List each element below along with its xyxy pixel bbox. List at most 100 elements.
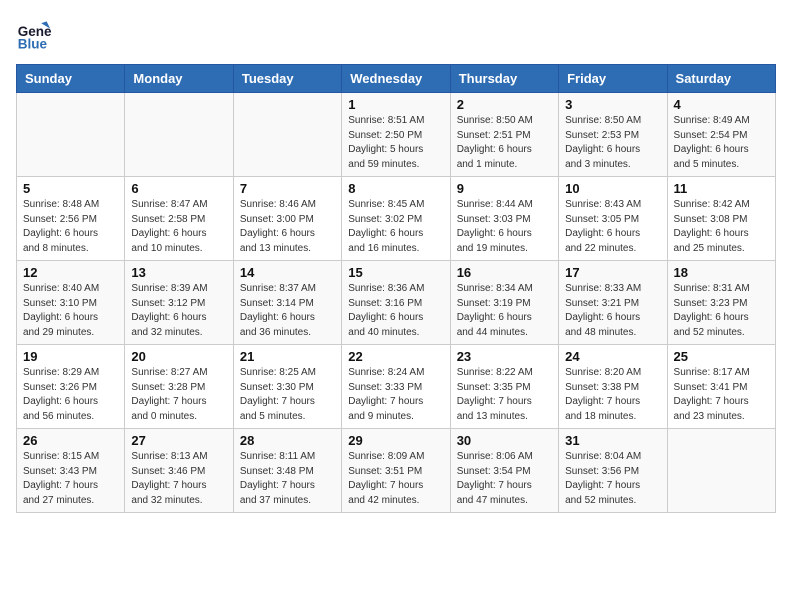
day-number: 31	[565, 433, 660, 448]
calendar-header: SundayMondayTuesdayWednesdayThursdayFrid…	[17, 65, 776, 93]
day-info: Sunrise: 8:47 AMSunset: 2:58 PMDaylight:…	[131, 198, 226, 256]
day-info: Sunrise: 8:48 AMSunset: 2:56 PMDaylight:…	[23, 198, 118, 256]
day-info: Sunrise: 8:43 AMSunset: 3:05 PMDaylight:…	[565, 198, 660, 256]
day-info: Sunrise: 8:17 AMSunset: 3:41 PMDaylight:…	[674, 366, 769, 424]
day-cell: 16 Sunrise: 8:34 AMSunset: 3:19 PMDayligh…	[450, 261, 558, 345]
day-info: Sunrise: 8:44 AMSunset: 3:03 PMDaylight:…	[457, 198, 552, 256]
day-cell: 2 Sunrise: 8:50 AMSunset: 2:51 PMDaylight…	[450, 93, 558, 177]
page-header: General Blue	[16, 16, 776, 52]
day-cell: 12 Sunrise: 8:40 AMSunset: 3:10 PMDayligh…	[17, 261, 125, 345]
day-cell: 4 Sunrise: 8:49 AMSunset: 2:54 PMDaylight…	[667, 93, 775, 177]
day-number: 16	[457, 265, 552, 280]
day-number: 1	[348, 97, 443, 112]
day-info: Sunrise: 8:33 AMSunset: 3:21 PMDaylight:…	[565, 282, 660, 340]
col-header-monday: Monday	[125, 65, 233, 93]
day-number: 22	[348, 349, 443, 364]
day-cell: 30 Sunrise: 8:06 AMSunset: 3:54 PMDayligh…	[450, 429, 558, 513]
day-number: 27	[131, 433, 226, 448]
col-header-sunday: Sunday	[17, 65, 125, 93]
week-row-3: 12 Sunrise: 8:40 AMSunset: 3:10 PMDayligh…	[17, 261, 776, 345]
day-info: Sunrise: 8:50 AMSunset: 2:51 PMDaylight:…	[457, 114, 552, 172]
day-info: Sunrise: 8:42 AMSunset: 3:08 PMDaylight:…	[674, 198, 769, 256]
day-number: 3	[565, 97, 660, 112]
day-number: 24	[565, 349, 660, 364]
day-cell: 29 Sunrise: 8:09 AMSunset: 3:51 PMDayligh…	[342, 429, 450, 513]
day-info: Sunrise: 8:46 AMSunset: 3:00 PMDaylight:…	[240, 198, 335, 256]
week-row-1: 1 Sunrise: 8:51 AMSunset: 2:50 PMDaylight…	[17, 93, 776, 177]
week-row-4: 19 Sunrise: 8:29 AMSunset: 3:26 PMDayligh…	[17, 345, 776, 429]
day-cell: 8 Sunrise: 8:45 AMSunset: 3:02 PMDaylight…	[342, 177, 450, 261]
day-number: 7	[240, 181, 335, 196]
day-cell	[125, 93, 233, 177]
day-cell: 3 Sunrise: 8:50 AMSunset: 2:53 PMDaylight…	[559, 93, 667, 177]
day-info: Sunrise: 8:49 AMSunset: 2:54 PMDaylight:…	[674, 114, 769, 172]
day-info: Sunrise: 8:06 AMSunset: 3:54 PMDaylight:…	[457, 450, 552, 508]
day-number: 29	[348, 433, 443, 448]
day-number: 23	[457, 349, 552, 364]
day-cell: 10 Sunrise: 8:43 AMSunset: 3:05 PMDayligh…	[559, 177, 667, 261]
day-number: 20	[131, 349, 226, 364]
day-cell: 5Sunrise: 8:48 AMSunset: 2:56 PMDaylight…	[17, 177, 125, 261]
day-number: 25	[674, 349, 769, 364]
day-info: Sunrise: 8:29 AMSunset: 3:26 PMDaylight:…	[23, 366, 118, 424]
day-info: Sunrise: 8:31 AMSunset: 3:23 PMDaylight:…	[674, 282, 769, 340]
day-cell	[233, 93, 341, 177]
day-cell	[17, 93, 125, 177]
day-info: Sunrise: 8:40 AMSunset: 3:10 PMDaylight:…	[23, 282, 118, 340]
day-cell: 11 Sunrise: 8:42 AMSunset: 3:08 PMDayligh…	[667, 177, 775, 261]
col-header-tuesday: Tuesday	[233, 65, 341, 93]
day-info: Sunrise: 8:51 AMSunset: 2:50 PMDaylight:…	[348, 114, 443, 172]
day-cell: 28Sunrise: 8:11 AMSunset: 3:48 PMDayligh…	[233, 429, 341, 513]
day-number: 14	[240, 265, 335, 280]
day-cell: 31 Sunrise: 8:04 AMSunset: 3:56 PMDayligh…	[559, 429, 667, 513]
day-number: 11	[674, 181, 769, 196]
day-info: Sunrise: 8:22 AMSunset: 3:35 PMDaylight:…	[457, 366, 552, 424]
day-info: Sunrise: 8:50 AMSunset: 2:53 PMDaylight:…	[565, 114, 660, 172]
day-info: Sunrise: 8:39 AMSunset: 3:12 PMDaylight:…	[131, 282, 226, 340]
day-cell: 1 Sunrise: 8:51 AMSunset: 2:50 PMDaylight…	[342, 93, 450, 177]
day-number: 13	[131, 265, 226, 280]
day-cell: 22Sunrise: 8:24 AMSunset: 3:33 PMDayligh…	[342, 345, 450, 429]
day-number: 26	[23, 433, 118, 448]
day-info: Sunrise: 8:04 AMSunset: 3:56 PMDaylight:…	[565, 450, 660, 508]
day-cell: 26Sunrise: 8:15 AMSunset: 3:43 PMDayligh…	[17, 429, 125, 513]
day-number: 8	[348, 181, 443, 196]
day-number: 9	[457, 181, 552, 196]
week-row-5: 26Sunrise: 8:15 AMSunset: 3:43 PMDayligh…	[17, 429, 776, 513]
day-number: 10	[565, 181, 660, 196]
day-cell: 25 Sunrise: 8:17 AMSunset: 3:41 PMDayligh…	[667, 345, 775, 429]
day-cell: 14 Sunrise: 8:37 AMSunset: 3:14 PMDayligh…	[233, 261, 341, 345]
day-cell: 27 Sunrise: 8:13 AMSunset: 3:46 PMDayligh…	[125, 429, 233, 513]
col-header-thursday: Thursday	[450, 65, 558, 93]
col-header-friday: Friday	[559, 65, 667, 93]
day-cell: 23 Sunrise: 8:22 AMSunset: 3:35 PMDayligh…	[450, 345, 558, 429]
day-cell: 19 Sunrise: 8:29 AMSunset: 3:26 PMDayligh…	[17, 345, 125, 429]
day-cell: 20 Sunrise: 8:27 AMSunset: 3:28 PMDayligh…	[125, 345, 233, 429]
col-header-saturday: Saturday	[667, 65, 775, 93]
day-info: Sunrise: 8:13 AMSunset: 3:46 PMDaylight:…	[131, 450, 226, 508]
svg-text:Blue: Blue	[18, 36, 48, 51]
day-info: Sunrise: 8:34 AMSunset: 3:19 PMDaylight:…	[457, 282, 552, 340]
day-cell: 15 Sunrise: 8:36 AMSunset: 3:16 PMDayligh…	[342, 261, 450, 345]
calendar-table: SundayMondayTuesdayWednesdayThursdayFrid…	[16, 64, 776, 513]
day-cell: 24Sunrise: 8:20 AMSunset: 3:38 PMDayligh…	[559, 345, 667, 429]
day-info: Sunrise: 8:27 AMSunset: 3:28 PMDaylight:…	[131, 366, 226, 424]
logo: General Blue	[16, 16, 58, 52]
day-cell: 6Sunrise: 8:47 AMSunset: 2:58 PMDaylight…	[125, 177, 233, 261]
day-number: 2	[457, 97, 552, 112]
week-row-2: 5Sunrise: 8:48 AMSunset: 2:56 PMDaylight…	[17, 177, 776, 261]
day-cell: 18Sunrise: 8:31 AMSunset: 3:23 PMDayligh…	[667, 261, 775, 345]
day-info: Sunrise: 8:36 AMSunset: 3:16 PMDaylight:…	[348, 282, 443, 340]
day-info: Sunrise: 8:09 AMSunset: 3:51 PMDaylight:…	[348, 450, 443, 508]
day-cell: 17 Sunrise: 8:33 AMSunset: 3:21 PMDayligh…	[559, 261, 667, 345]
day-number: 19	[23, 349, 118, 364]
day-cell: 13 Sunrise: 8:39 AMSunset: 3:12 PMDayligh…	[125, 261, 233, 345]
day-info: Sunrise: 8:45 AMSunset: 3:02 PMDaylight:…	[348, 198, 443, 256]
day-info: Sunrise: 8:37 AMSunset: 3:14 PMDaylight:…	[240, 282, 335, 340]
day-number: 4	[674, 97, 769, 112]
day-number: 30	[457, 433, 552, 448]
day-number: 17	[565, 265, 660, 280]
day-number: 15	[348, 265, 443, 280]
day-number: 12	[23, 265, 118, 280]
day-number: 28	[240, 433, 335, 448]
